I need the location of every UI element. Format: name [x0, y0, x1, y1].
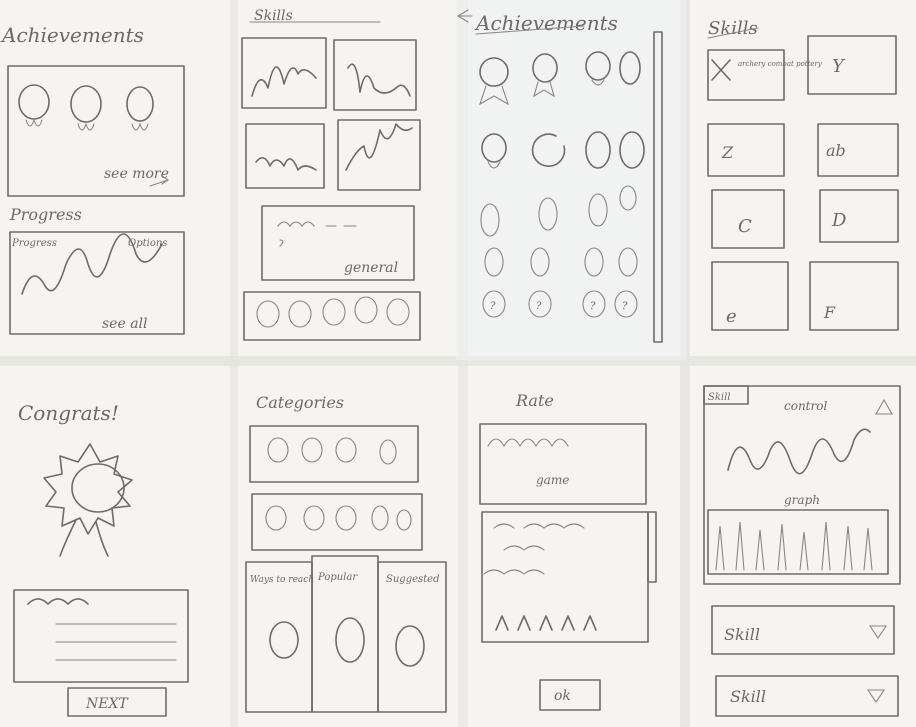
skill-card-text: archery combat pottery: [738, 60, 823, 68]
skill-dropdown-1-label: Skill: [724, 625, 760, 644]
achievements-grid-title: Achievements: [474, 11, 618, 35]
svg-text:?: ?: [490, 301, 496, 312]
suggested-label: Suggested: [386, 574, 439, 585]
rate-game-label: game: [536, 473, 569, 487]
skill-card-f-label: F: [823, 303, 836, 322]
graph-label: graph: [784, 493, 820, 507]
ok-button-label: ok: [554, 688, 571, 704]
skill-tab-label: Skill: [708, 392, 731, 403]
svg-text:?: ?: [590, 301, 596, 312]
skill-dropdown-2-label: Skill: [730, 687, 766, 706]
skill-card-ab-label: ab: [826, 141, 846, 160]
see-more-link[interactable]: see more: [104, 166, 169, 182]
progress-tab[interactable]: Progress: [11, 238, 57, 249]
popular-label: Popular: [317, 572, 358, 583]
achievements-title: Achievements: [0, 23, 144, 47]
rate-title: Rate: [515, 391, 554, 410]
next-button-label: NEXT: [85, 696, 129, 712]
sketch-sheet: Achievements see more Progress Progress …: [0, 0, 916, 727]
ways-to-reach-label: Ways to reach: [250, 575, 314, 585]
see-all-link[interactable]: see all: [102, 316, 148, 332]
skill-card-e-label: e: [726, 306, 737, 327]
congrats-title: Congrats!: [18, 401, 119, 425]
progress-title: Progress: [9, 205, 82, 224]
general-label: general: [344, 260, 398, 276]
skills-cards-title: Skills: [708, 18, 758, 39]
skill-card-d-label: D: [831, 210, 847, 231]
svg-text:?: ?: [536, 301, 542, 312]
categories-title: Categories: [256, 393, 344, 412]
skill-card-c-label: C: [738, 216, 752, 237]
skill-card-z-label: Z: [721, 143, 734, 162]
svg-text:?: ?: [622, 301, 628, 312]
control-label: control: [784, 399, 827, 413]
